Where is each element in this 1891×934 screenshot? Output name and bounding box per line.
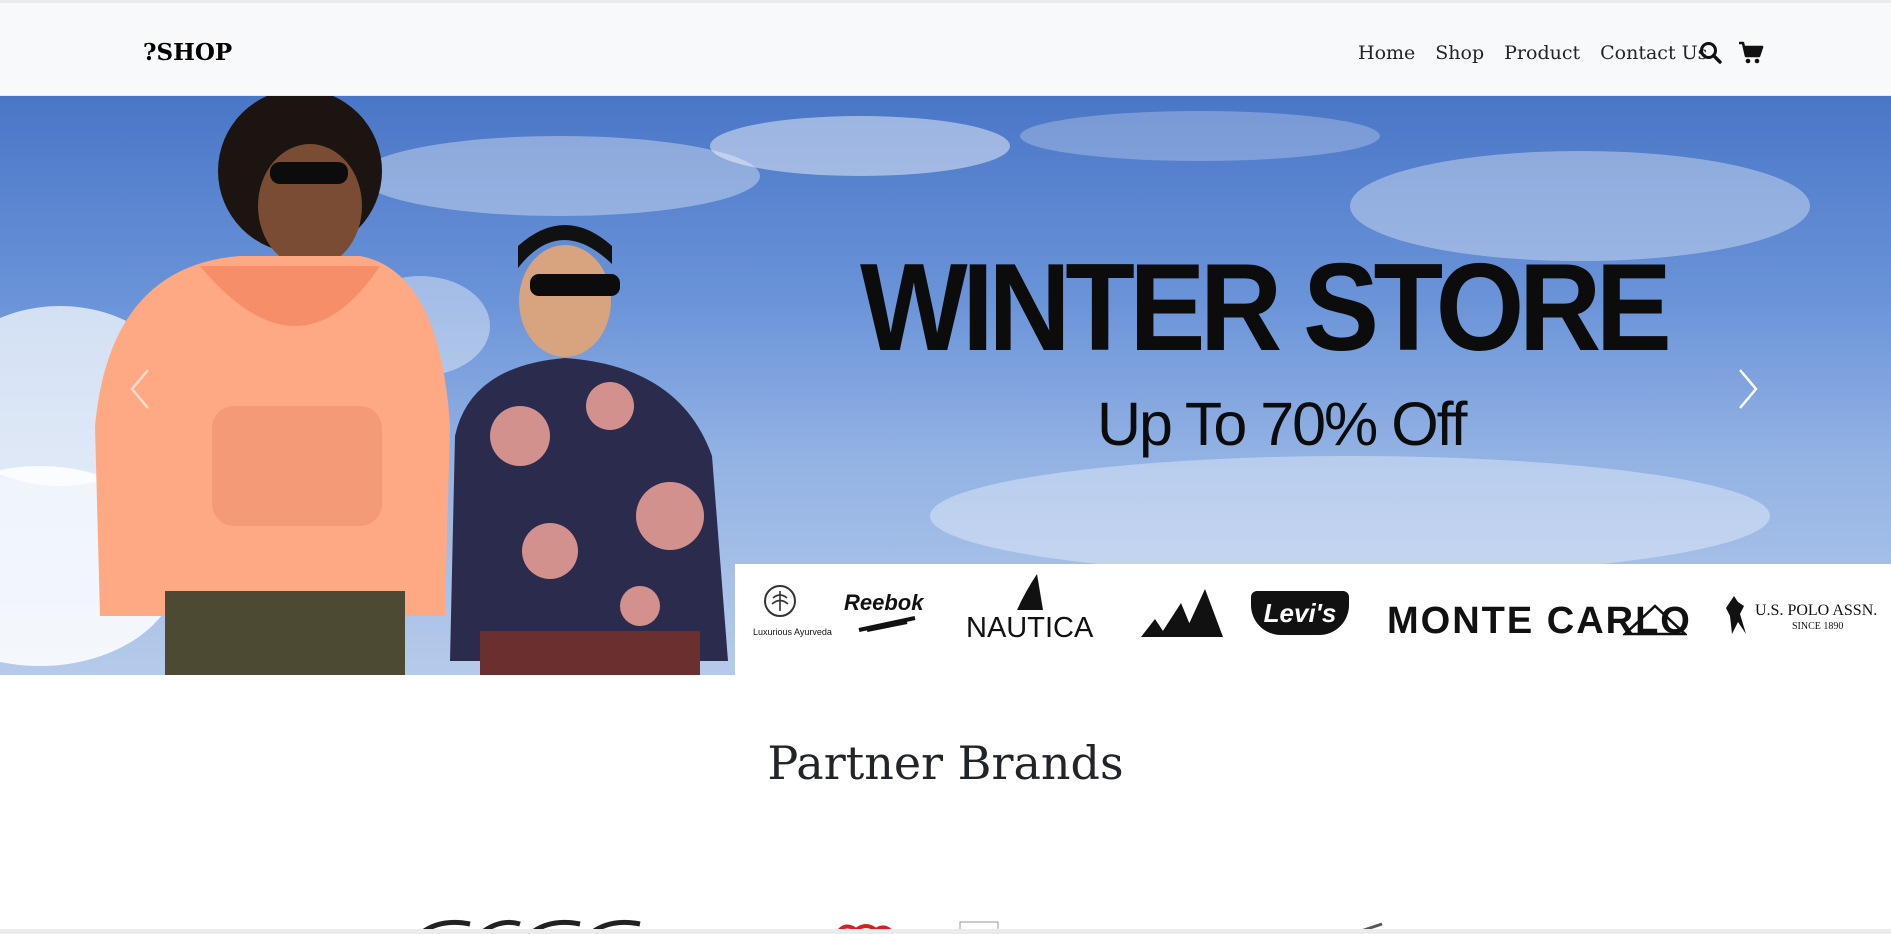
logo-ayurveda: Luxurious Ayurveda	[753, 627, 832, 637]
chevron-left-icon[interactable]	[120, 364, 160, 414]
models-photo	[95, 96, 728, 675]
logo-us-polo-since: SINCE 1890	[1792, 621, 1844, 632]
logo-nautica: NAUTICA	[966, 612, 1094, 644]
ayurveda-seal-icon	[764, 585, 796, 617]
hero-carousel: WINTER STORE Up To 70% Off Luxurious Ayu…	[0, 96, 1891, 675]
partner-brands-title: Partner Brands	[767, 736, 1124, 790]
logo-reebok: Reebok	[844, 590, 924, 615]
reebok-vector-icon	[858, 616, 916, 632]
chevron-right-icon[interactable]	[1728, 364, 1768, 414]
nav-link-contact[interactable]: Contact Us	[1600, 42, 1707, 64]
logo-us-polo: U.S. POLO ASSN.	[1755, 602, 1878, 619]
logo-levis: Levi's	[1251, 591, 1349, 635]
brand-logo-strip: Luxurious Ayurveda Reebok NAUTICA adidas…	[735, 564, 1891, 675]
nav-link-shop[interactable]: Shop	[1435, 42, 1484, 64]
search-icon[interactable]	[1698, 40, 1724, 66]
nautica-sail-icon	[1017, 574, 1043, 610]
cart-icon[interactable]	[1738, 40, 1764, 66]
nav-link-product[interactable]: Product	[1504, 42, 1580, 64]
monte-carlo-mark-icon	[1623, 604, 1687, 636]
bottom-divider	[0, 929, 1891, 934]
polo-player-icon	[1726, 596, 1746, 634]
navbar: ?SHOP Home Shop Product Contact Us	[0, 0, 1891, 96]
nav-links: Home Shop Product Contact Us	[1358, 42, 1707, 64]
hero-subtitle: Up To 70% Off	[1097, 390, 1467, 458]
brand-logo[interactable]: ?SHOP	[143, 39, 232, 66]
hero-title: WINTER STORE	[860, 239, 1672, 377]
adidas-stripes-icon: adidas	[1141, 589, 1223, 637]
nav-link-home[interactable]: Home	[1358, 42, 1415, 64]
